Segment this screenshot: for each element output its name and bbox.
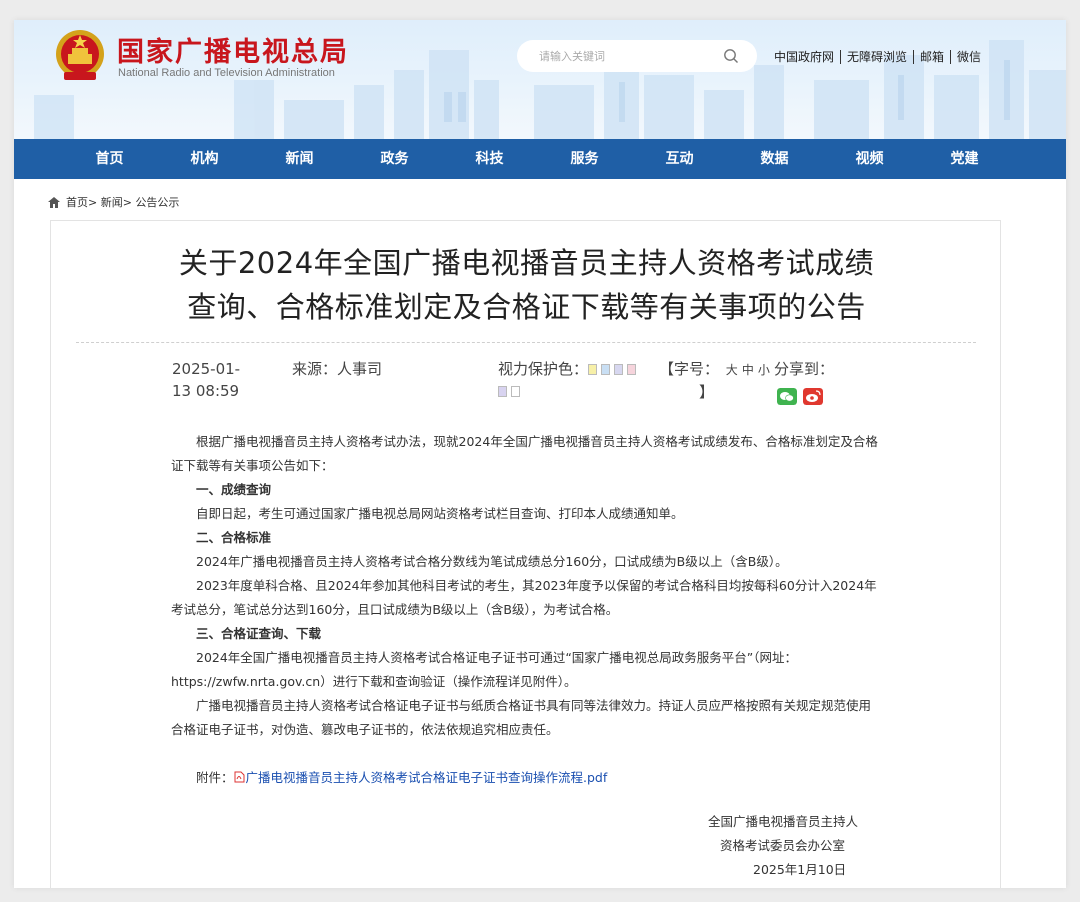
divider: [840, 49, 842, 64]
section-heading-certificate: 三、合格证查询、下载: [196, 626, 322, 641]
date-line-1: 2025-01-: [172, 360, 241, 378]
paragraph: 2024年广播电视播音员主持人资格考试合格分数线为笔试成绩总分160分，口试成绩…: [196, 554, 788, 569]
signature-line-1: 全国广播电视播音员主持人: [708, 814, 859, 829]
color-swatch-purple[interactable]: [498, 386, 507, 397]
paragraph-intro: 根据广播电视播音员主持人资格考试办法，现就2024年全国广播电视播音员主持人资格…: [171, 434, 878, 473]
font-size-switcher: 【字号： 大中小 】: [659, 358, 772, 403]
nav-government-affairs[interactable]: 政务: [347, 139, 442, 179]
browser-page: 国家广播电视总局 National Radio and Television A…: [14, 20, 1066, 888]
paragraph: 自即日起，考生可通过国家广播电视总局网站资格考试栏目查询、打印本人成绩通知单。: [196, 506, 684, 521]
article-body: 根据广播电视播音员主持人资格考试办法，现就2024年全国广播电视播音员主持人资格…: [171, 430, 883, 790]
site-header: 国家广播电视总局 National Radio and Television A…: [14, 20, 1066, 139]
nav-news[interactable]: 新闻: [252, 139, 347, 179]
breadcrumb-notices[interactable]: 公告公示: [135, 194, 179, 210]
site-title[interactable]: 国家广播电视总局: [117, 30, 349, 69]
font-size-large[interactable]: 大: [726, 363, 738, 377]
font-size-small[interactable]: 小: [758, 363, 770, 377]
article-card: 关于2024年全国广播电视播音员主持人资格考试成绩 查询、合格标准划定及合格证下…: [50, 220, 1001, 888]
paragraph: 2023年度单科合格、且2024年参加其他科目考试的考生，其2023年度予以保留…: [171, 578, 877, 617]
nav-interaction[interactable]: 互动: [632, 139, 727, 179]
search-box: [517, 40, 757, 72]
search-input[interactable]: [539, 46, 709, 66]
link-gov[interactable]: 中国政府网: [774, 48, 834, 65]
signature-line-2: 资格考试委员会办公室: [720, 838, 846, 853]
color-swatch-blue[interactable]: [601, 364, 611, 375]
link-wechat[interactable]: 微信: [957, 48, 981, 65]
color-swatch-pink[interactable]: [627, 364, 637, 375]
nav-technology[interactable]: 科技: [442, 139, 537, 179]
color-swatch-lavender[interactable]: [614, 364, 624, 375]
national-emblem-logo: [56, 30, 104, 80]
vision-protection-colors: 视力保护色：: [498, 358, 640, 402]
date-line-2: 13 08:59: [172, 382, 240, 400]
color-swatch-white[interactable]: [511, 386, 520, 397]
nav-data[interactable]: 数据: [727, 139, 822, 179]
signature-date: 2025年1月10日: [753, 862, 847, 877]
breadcrumb: 首页> 新闻> 公告公示: [48, 194, 179, 210]
article-source: 来源：人事司: [292, 360, 383, 378]
link-mailbox[interactable]: 邮箱: [920, 48, 944, 65]
link-accessibility[interactable]: 无障碍浏览: [847, 48, 907, 65]
wechat-share-icon[interactable]: [777, 388, 797, 405]
publish-date: 2025-01- 13 08:59: [172, 358, 262, 402]
title-line-1: 关于2024年全国广播电视播音员主持人资格考试成绩: [178, 246, 875, 280]
vision-label: 视力保护色：: [498, 360, 589, 378]
divider: [76, 342, 976, 343]
nav-services[interactable]: 服务: [537, 139, 632, 179]
pdf-icon: [234, 771, 245, 783]
divider: [950, 49, 952, 64]
attachment-label: 附件：: [196, 770, 234, 785]
title-line-2: 查询、合格标准划定及合格证下载等有关事项的公告: [187, 290, 866, 324]
paragraph: 2024年全国广播电视播音员主持人资格考试合格证电子证书可通过“国家广播电视总局…: [171, 650, 798, 689]
font-size-label: 【字号：: [659, 360, 720, 378]
share-buttons: [777, 388, 823, 405]
search-icon[interactable]: [723, 48, 739, 64]
article-title: 关于2024年全国广播电视播音员主持人资格考试成绩 查询、合格标准划定及合格证下…: [51, 241, 1002, 329]
font-size-close: 】: [699, 383, 715, 401]
attachment-link[interactable]: 广播电视播音员主持人资格考试合格证电子证书查询操作流程.pdf: [246, 770, 608, 785]
main-nav: 首页 机构 新闻 政务 科技 服务 互动 数据 视频 党建: [14, 139, 1066, 179]
nav-institutions[interactable]: 机构: [157, 139, 252, 179]
nav-party-building[interactable]: 党建: [917, 139, 1012, 179]
nav-home[interactable]: 首页: [62, 139, 157, 179]
share-label: 分享到：: [774, 360, 835, 378]
nav-video[interactable]: 视频: [822, 139, 917, 179]
breadcrumb-home[interactable]: 首页>: [66, 194, 97, 210]
weibo-share-icon[interactable]: [803, 388, 823, 405]
font-size-medium[interactable]: 中: [742, 363, 754, 377]
breadcrumb-news[interactable]: 新闻>: [101, 194, 132, 210]
section-heading-score-query: 一、成绩查询: [196, 482, 272, 497]
home-icon: [48, 196, 60, 208]
attachment: 附件： 广播电视播音员主持人资格考试合格证电子证书查询操作流程.pdf: [171, 766, 883, 790]
paragraph: 广播电视播音员主持人资格考试合格证电子证书与纸质合格证书具有同等法律效力。持证人…: [171, 698, 872, 737]
top-links: 中国政府网 无障碍浏览 邮箱 微信: [774, 48, 981, 65]
divider: [913, 49, 915, 64]
color-swatch-yellow[interactable]: [588, 364, 598, 375]
site-subtitle: National Radio and Television Administra…: [118, 67, 335, 79]
section-heading-passing-standard: 二、合格标准: [196, 530, 272, 545]
